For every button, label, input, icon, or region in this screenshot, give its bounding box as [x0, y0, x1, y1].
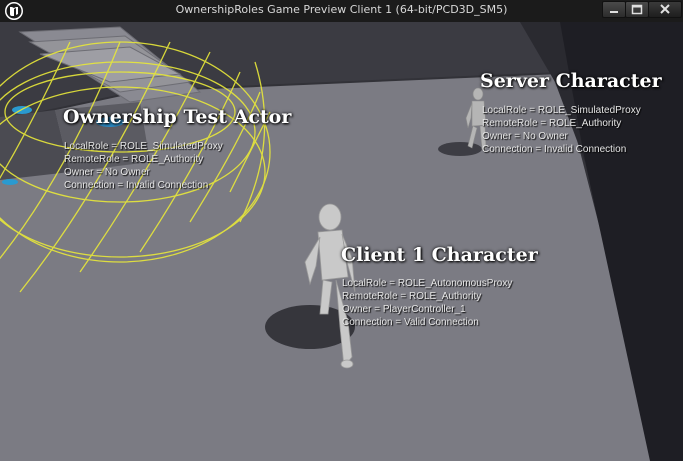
ownership-test-actor-title: Ownership Test Actor — [63, 106, 292, 128]
minimize-button[interactable] — [602, 1, 626, 18]
server-character-title: Server Character — [480, 70, 662, 92]
server-character-info: LocalRole = ROLE_SimulatedProxy RemoteRo… — [482, 104, 641, 156]
server-shadow — [438, 142, 482, 156]
maximize-icon — [631, 4, 643, 15]
info-line: LocalRole = ROLE_AutonomousProxy — [342, 278, 513, 289]
info-line: LocalRole = ROLE_SimulatedProxy — [64, 141, 223, 152]
game-viewport[interactable]: Ownership Test Actor LocalRole = ROLE_Si… — [0, 22, 683, 461]
minimize-icon — [610, 11, 618, 13]
info-line: Connection = Invalid Connection — [64, 180, 209, 191]
info-line: RemoteRole = ROLE_Authority — [482, 118, 622, 129]
window-titlebar[interactable]: OwnershipRoles Game Preview Client 1 (64… — [0, 0, 683, 22]
info-line: RemoteRole = ROLE_Authority — [64, 154, 204, 165]
info-line: Connection = Valid Connection — [342, 317, 479, 328]
info-line: Owner = No Owner — [64, 167, 150, 178]
client-1-character-title: Client 1 Character — [341, 244, 538, 266]
info-line: RemoteRole = ROLE_Authority — [342, 291, 482, 302]
client-1-character-info: LocalRole = ROLE_AutonomousProxy RemoteR… — [342, 277, 512, 329]
maximize-button[interactable] — [625, 1, 649, 18]
info-line: Connection = Invalid Connection — [482, 144, 627, 155]
info-line: LocalRole = ROLE_SimulatedProxy — [482, 105, 641, 116]
info-line: Owner = No Owner — [482, 131, 568, 142]
window-title: OwnershipRoles Game Preview Client 1 (64… — [175, 3, 508, 16]
ownership-test-actor-info: LocalRole = ROLE_SimulatedProxy RemoteRo… — [64, 140, 223, 192]
close-icon — [660, 4, 670, 14]
info-line: Owner = PlayerController_1 — [342, 304, 466, 315]
close-button[interactable] — [648, 1, 682, 18]
